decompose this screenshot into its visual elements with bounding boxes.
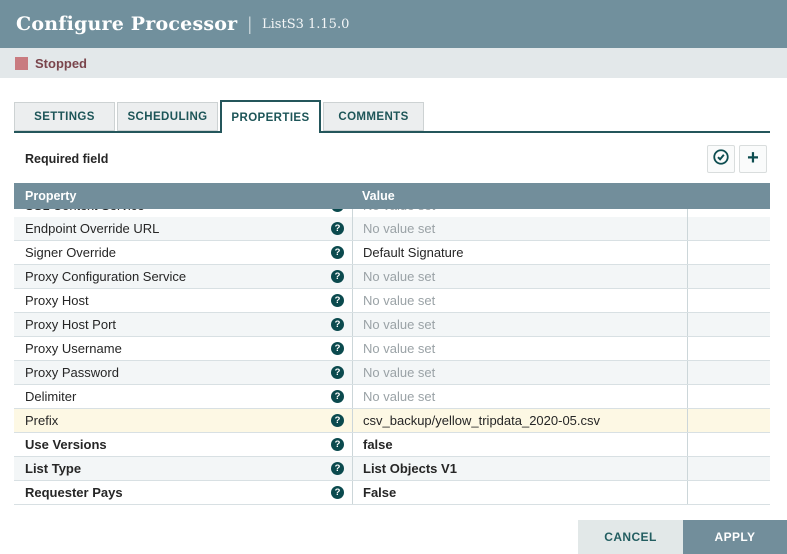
- property-name: Proxy Host Port: [25, 317, 116, 332]
- help-icon[interactable]: ?: [331, 342, 344, 355]
- table-row[interactable]: Proxy Password ? No value set: [14, 361, 770, 385]
- table-row[interactable]: Proxy Host Port ? No value set: [14, 313, 770, 337]
- cancel-button[interactable]: CANCEL: [578, 520, 683, 554]
- dialog-title: Configure Processor: [16, 13, 237, 35]
- property-value[interactable]: List Objects V1: [352, 457, 687, 480]
- tab-bar: SETTINGS SCHEDULING PROPERTIES COMMENTS: [14, 100, 770, 133]
- title-divider: |: [247, 14, 252, 35]
- table-row[interactable]: Use Versions ? false: [14, 433, 770, 457]
- tab-scheduling[interactable]: SCHEDULING: [117, 102, 218, 131]
- property-name: List Type: [25, 461, 81, 476]
- status-bar: Stopped: [0, 48, 787, 78]
- table-header: Property Value: [14, 183, 770, 209]
- verify-properties-button[interactable]: [707, 145, 735, 173]
- table-row[interactable]: Delimiter ? No value set: [14, 385, 770, 409]
- table-row[interactable]: Proxy Username ? No value set: [14, 337, 770, 361]
- property-value[interactable]: False: [352, 481, 687, 504]
- property-value[interactable]: No value set: [352, 313, 687, 336]
- help-icon[interactable]: ?: [331, 270, 344, 283]
- help-icon[interactable]: ?: [331, 366, 344, 379]
- tab-properties[interactable]: PROPERTIES: [220, 100, 321, 133]
- processor-version: ListS3 1.15.0: [262, 17, 349, 32]
- property-name: Use Versions: [25, 437, 107, 452]
- property-value[interactable]: No value set: [352, 209, 687, 217]
- dialog-footer: CANCEL APPLY: [578, 520, 787, 554]
- property-name: Proxy Password: [25, 365, 119, 380]
- help-icon[interactable]: ?: [331, 414, 344, 427]
- help-icon[interactable]: ?: [331, 486, 344, 499]
- table-row[interactable]: Signer Override ? Default Signature: [14, 241, 770, 265]
- required-field-label: Required field: [25, 152, 108, 166]
- properties-table: Property Value SSL Context Service ? No …: [14, 183, 770, 505]
- table-row[interactable]: Proxy Host ? No value set: [14, 289, 770, 313]
- help-icon[interactable]: ?: [331, 209, 344, 212]
- help-icon[interactable]: ?: [331, 318, 344, 331]
- properties-subheader: Required field +: [25, 145, 767, 173]
- help-icon[interactable]: ?: [331, 246, 344, 259]
- table-body: Endpoint Override URL ? No value set Sig…: [14, 217, 770, 505]
- tab-settings[interactable]: SETTINGS: [14, 102, 115, 131]
- property-name: Signer Override: [25, 245, 116, 260]
- property-value[interactable]: Default Signature: [352, 241, 687, 264]
- property-value[interactable]: No value set: [352, 289, 687, 312]
- property-value[interactable]: No value set: [352, 385, 687, 408]
- column-header-value: Value: [352, 189, 687, 203]
- help-icon[interactable]: ?: [331, 462, 344, 475]
- property-value[interactable]: No value set: [352, 217, 687, 240]
- property-value[interactable]: No value set: [352, 337, 687, 360]
- help-icon[interactable]: ?: [331, 294, 344, 307]
- clipped-table-row: SSL Context Service ? No value set: [14, 209, 770, 217]
- status-label: Stopped: [35, 56, 87, 71]
- property-name: Delimiter: [25, 389, 76, 404]
- tab-comments[interactable]: COMMENTS: [323, 102, 424, 131]
- table-row[interactable]: Requester Pays ? False: [14, 481, 770, 505]
- apply-button[interactable]: APPLY: [683, 520, 787, 554]
- property-value[interactable]: false: [352, 433, 687, 456]
- table-row[interactable]: Endpoint Override URL ? No value set: [14, 217, 770, 241]
- properties-toolbar: +: [707, 145, 767, 173]
- add-property-button[interactable]: +: [739, 145, 767, 173]
- property-name: Proxy Configuration Service: [25, 269, 186, 284]
- property-name: Proxy Username: [25, 341, 122, 356]
- help-icon[interactable]: ?: [331, 390, 344, 403]
- stopped-status-icon: [15, 57, 28, 70]
- dialog-header: Configure Processor | ListS3 1.15.0: [0, 0, 787, 48]
- table-row[interactable]: Proxy Configuration Service ? No value s…: [14, 265, 770, 289]
- verify-properties-icon: [712, 148, 730, 171]
- help-icon[interactable]: ?: [331, 222, 344, 235]
- add-property-icon: +: [747, 148, 759, 168]
- property-name: Proxy Host: [25, 293, 89, 308]
- property-value[interactable]: No value set: [352, 265, 687, 288]
- property-name: Endpoint Override URL: [25, 221, 159, 236]
- property-name: SSL Context Service: [25, 209, 144, 213]
- property-value[interactable]: csv_backup/yellow_tripdata_2020-05.csv: [352, 409, 687, 432]
- property-name: Prefix: [25, 413, 58, 428]
- table-row[interactable]: List Type ? List Objects V1: [14, 457, 770, 481]
- table-row[interactable]: Prefix ? csv_backup/yellow_tripdata_2020…: [14, 409, 770, 433]
- property-value[interactable]: No value set: [352, 361, 687, 384]
- help-icon[interactable]: ?: [331, 438, 344, 451]
- property-name: Requester Pays: [25, 485, 123, 500]
- column-header-property: Property: [14, 189, 352, 203]
